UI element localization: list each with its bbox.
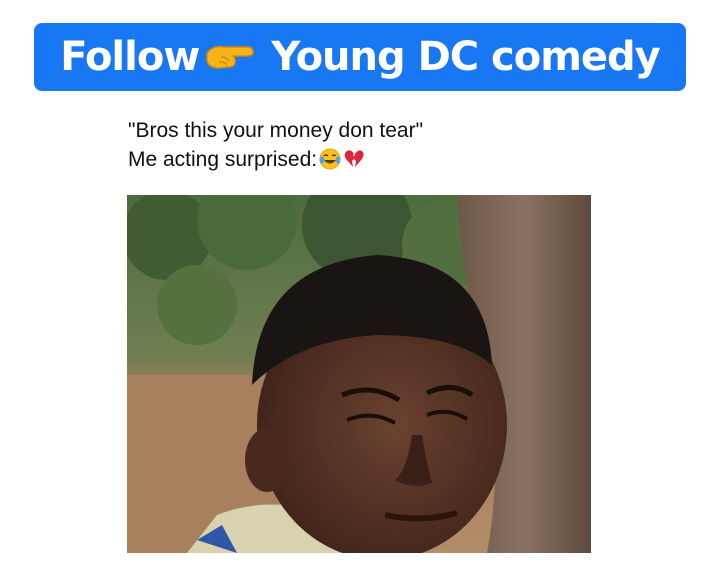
banner-follow-label: Follow [60,34,200,80]
caption-line-2-wrap: Me acting surprised: [128,145,423,178]
meme-caption: "Bros this your money don tear" Me actin… [128,116,423,178]
caption-line-1: "Bros this your money don tear" [128,119,424,142]
pointing-hand-icon [203,37,259,77]
boy-squinting-photo [127,195,591,553]
tears-of-joy-emoji-icon [319,148,341,178]
broken-heart-emoji-icon [343,148,365,178]
caption-line-2: Me acting surprised: [128,148,318,171]
follow-banner: Follow Young DC comedy [34,23,686,91]
banner-page-name: Young DC comedy [271,34,660,80]
banner-text: Follow Young DC comedy [60,34,661,80]
